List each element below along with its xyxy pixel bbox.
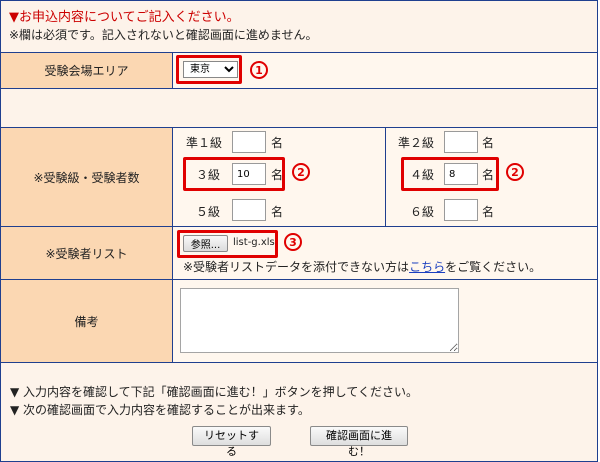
notice-subtitle: ※欄は必須です。記入されないと確認画面に進めません。 [9, 28, 318, 42]
remarks-textarea[interactable] [180, 288, 459, 353]
footer-line-2: ▼ 次の確認画面で入力内容を確認することが出来ます。 [10, 403, 310, 417]
marker-circle-2a: 2 [292, 163, 310, 181]
reset-button[interactable]: リセットする [192, 426, 271, 458]
highlight-box-area [176, 55, 242, 84]
list-note-before: ※受験者リストデータを添付できない方は [183, 260, 410, 274]
grades-label-cell: ※受験級・受験者数 [1, 128, 172, 226]
grid-line [172, 52, 173, 89]
grid-line [0, 362, 598, 363]
marker-circle-1: 1 [250, 61, 268, 79]
area-label: 受験会場エリア [44, 64, 129, 78]
footer-line-1: ▼ 入力内容を確認して下記「確認画面に進む！」ボタンを押してください。 [10, 385, 418, 399]
list-label-cell: ※受験者リスト [1, 227, 172, 279]
grid-line [0, 52, 598, 53]
grade-label-pre1: 準１級 [186, 136, 223, 150]
grid-line [0, 127, 598, 128]
confirm-button[interactable]: 確認画面に進む！ [310, 426, 408, 458]
highlight-box-grade4 [401, 157, 499, 191]
grade-label-5: ５級 [196, 205, 221, 219]
grade-input-pre2[interactable] [444, 131, 478, 153]
grade-unit-5: 名 [271, 205, 284, 219]
grade-unit-pre1: 名 [271, 136, 284, 150]
notice-area: ▼お申込内容についてご記入ください。 ※欄は必須です。記入されないと確認画面に進… [1, 1, 597, 44]
highlight-box-file [177, 230, 278, 258]
grid-line [0, 88, 598, 89]
remarks-label: 備考 [74, 314, 99, 329]
marker-circle-3: 3 [284, 233, 302, 251]
list-note-after: をご覧ください。 [445, 260, 542, 274]
grade-label-pre2: 準２級 [398, 136, 435, 150]
remarks-label-cell: 備考 [1, 280, 172, 362]
list-label: ※受験者リスト [45, 246, 128, 261]
area-label-cell: 受験会場エリア [1, 53, 172, 88]
list-note-link[interactable]: こちら [409, 260, 445, 274]
notice-title: ▼お申込内容についてご記入ください。 [9, 10, 240, 25]
highlight-box-grade3 [183, 157, 285, 191]
list-note: ※受験者リストデータを添付できない方はこちらをご覧ください。 [183, 258, 541, 275]
grade-unit-6: 名 [482, 205, 495, 219]
grade-input-6[interactable] [444, 199, 478, 221]
grades-label: ※受験級・受験者数 [33, 170, 140, 185]
grid-line [0, 226, 598, 227]
grade-input-5[interactable] [232, 199, 266, 221]
grade-unit-pre2: 名 [482, 136, 495, 150]
spacer-row [1, 89, 597, 127]
grid-line [172, 127, 173, 363]
grid-line [0, 279, 598, 280]
grid-line [385, 127, 386, 227]
marker-circle-2b: 2 [506, 163, 524, 181]
grade-label-6: ６級 [410, 205, 435, 219]
grade-input-pre1[interactable] [232, 131, 266, 153]
